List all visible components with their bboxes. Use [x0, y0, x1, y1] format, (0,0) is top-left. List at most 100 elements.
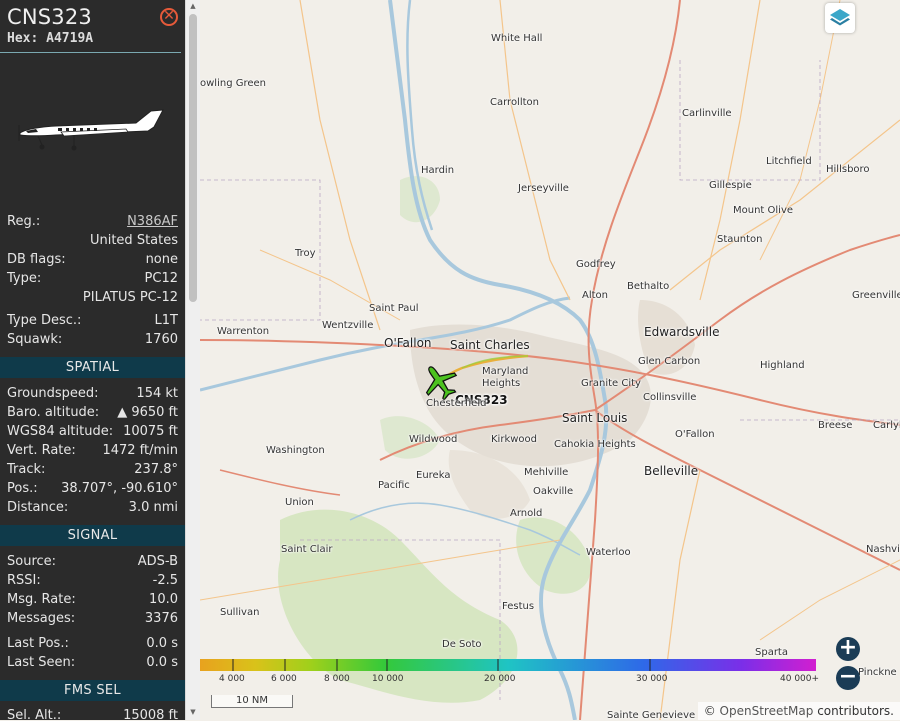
place-label: Oakville — [533, 486, 574, 497]
place-label: Breese — [818, 420, 853, 431]
signal-row: Msg. Rate: 10.0 — [7, 591, 178, 609]
detail-label: Squawk: — [7, 332, 63, 347]
spatial-value: 237.8° — [134, 462, 178, 477]
detail-label: Reg.: — [7, 214, 41, 229]
spatial-value: 10075 ft — [123, 424, 178, 439]
signal-label: Msg. Rate: — [7, 592, 76, 607]
spatial-row: Pos.: 38.707°, -90.610° — [7, 480, 178, 498]
place-label: O'Fallon — [675, 429, 715, 440]
spatial-value: 1472 ft/min — [102, 443, 178, 458]
spatial-label: Groundspeed: — [7, 386, 99, 401]
attribution-suffix: contributors. — [817, 704, 894, 718]
detail-row-squawk: Squawk: 1760 — [7, 331, 178, 349]
signal-value: 0.0 s — [146, 655, 178, 670]
signal-label: Last Pos.: — [7, 636, 69, 651]
place-label: Godfrey — [576, 259, 616, 270]
spatial-label: Distance: — [7, 500, 69, 515]
detail-label: Type: — [7, 271, 42, 286]
place-label: Warrenton — [217, 326, 270, 337]
detail-value: none — [145, 252, 178, 267]
map-attribution: © OpenStreetMap contributors. — [697, 702, 900, 720]
place-label: Sainte Genevieve — [607, 710, 696, 721]
registration-link[interactable]: N386AF — [127, 213, 178, 231]
place-label: Wentzville — [322, 320, 374, 331]
spatial-row: WGS84 altitude: 10075 ft — [7, 423, 178, 441]
detail-value: L1T — [154, 313, 178, 328]
place-label: Jerseyville — [518, 183, 569, 194]
place-label: Cahokia Heights — [554, 439, 636, 450]
section-header-signal: SIGNAL — [0, 525, 185, 546]
layers-button[interactable] — [825, 3, 855, 33]
place-label: Mount Olive — [733, 205, 794, 216]
detail-row-reg: Reg.: N386AF — [7, 213, 178, 231]
place-label: Carrollton — [490, 97, 539, 108]
place-label: Troy — [295, 248, 316, 259]
place-label: Hillsboro — [826, 164, 870, 175]
signal-row: Messages: 3376 — [7, 610, 178, 628]
signal-row: RSSI: -2.5 — [7, 572, 178, 590]
openstreetmap-link[interactable]: OpenStreetMap — [720, 704, 814, 718]
legend-tick-label: 6 000 — [271, 674, 297, 684]
place-label: Granite City — [581, 378, 641, 389]
place-label: Staunton — [717, 234, 763, 245]
close-icon: ✕ — [163, 8, 175, 24]
spatial-label: Vert. Rate: — [7, 443, 76, 458]
callsign-title: CNS323 — [7, 5, 92, 29]
copyright-symbol: © — [703, 704, 716, 718]
airplane-icon[interactable] — [420, 362, 460, 402]
hex-label: Hex: — [7, 31, 39, 46]
place-label: Eureka — [416, 470, 451, 481]
spatial-value: 38.707°, -90.610° — [61, 481, 178, 496]
spatial-row: Groundspeed: 154 kt — [7, 385, 178, 403]
scrollbar-thumb[interactable] — [189, 14, 197, 302]
scroll-down-arrow-icon[interactable]: ▼ — [186, 708, 200, 716]
place-label: Sparta — [755, 647, 788, 658]
section-header-fms: FMS SEL — [0, 680, 185, 701]
place-label: Edwardsville — [644, 325, 720, 339]
zoom-out-button[interactable]: − — [836, 666, 860, 690]
detail-value: PC12 — [144, 271, 178, 286]
signal-value: 0.0 s — [146, 636, 178, 651]
legend-tick-label: 30 000 — [636, 674, 668, 684]
place-label: Saint Charles — [450, 338, 530, 352]
signal-row: Last Seen: 0.0 s — [7, 654, 178, 672]
zoom-in-button[interactable]: + — [836, 637, 860, 661]
signal-row: Source: ADS-B — [7, 553, 178, 571]
signal-value: 3376 — [144, 611, 178, 626]
place-label: Pinckne — [858, 667, 897, 678]
legend-tick-label: 40 000+ — [780, 674, 820, 684]
spatial-value: 154 kt — [136, 386, 178, 401]
place-label: Waterloo — [586, 547, 631, 558]
signal-label: Last Seen: — [7, 655, 76, 670]
map-scale-bar: 10 NM — [211, 695, 293, 708]
detail-label: Type Desc.: — [7, 313, 82, 328]
detail-row-dbflags: DB flags: none — [7, 251, 178, 269]
signal-value: -2.5 — [152, 573, 178, 588]
signal-value: 10.0 — [149, 592, 178, 607]
sidebar-scrollbar[interactable]: ▲ ▼ — [185, 0, 200, 720]
plus-icon: + — [838, 635, 858, 660]
place-label: Bethalto — [627, 281, 670, 292]
place-label: Wildwood — [409, 434, 458, 445]
fms-row: Sel. Alt.: 15008 ft — [7, 707, 178, 720]
spatial-row: Track: 237.8° — [7, 461, 178, 479]
detail-row-type: Type: PC12 — [7, 270, 178, 288]
scroll-up-arrow-icon[interactable]: ▲ — [186, 2, 200, 10]
place-label: Mehlville — [524, 467, 569, 478]
place-label: Carlyl — [873, 420, 900, 431]
place-label: O'Fallon — [384, 336, 432, 350]
minus-icon: − — [838, 664, 858, 689]
place-label: Sullivan — [220, 607, 260, 618]
place-label: Greenville — [852, 290, 900, 301]
legend-tick-label: 4 000 — [219, 674, 245, 684]
header-divider — [0, 52, 181, 53]
place-label: White Hall — [491, 33, 543, 44]
place-label: Saint Clair — [281, 544, 333, 555]
spatial-row: Baro. altitude: ▲ 9650 ft — [7, 404, 178, 422]
hex-code: Hex: A4719A — [7, 31, 93, 46]
spatial-label: Track: — [7, 462, 46, 477]
place-label: Collinsville — [643, 392, 697, 403]
place-label: Belleville — [644, 464, 699, 478]
close-button[interactable]: ✕ — [160, 8, 178, 26]
place-label: Kirkwood — [491, 434, 538, 445]
